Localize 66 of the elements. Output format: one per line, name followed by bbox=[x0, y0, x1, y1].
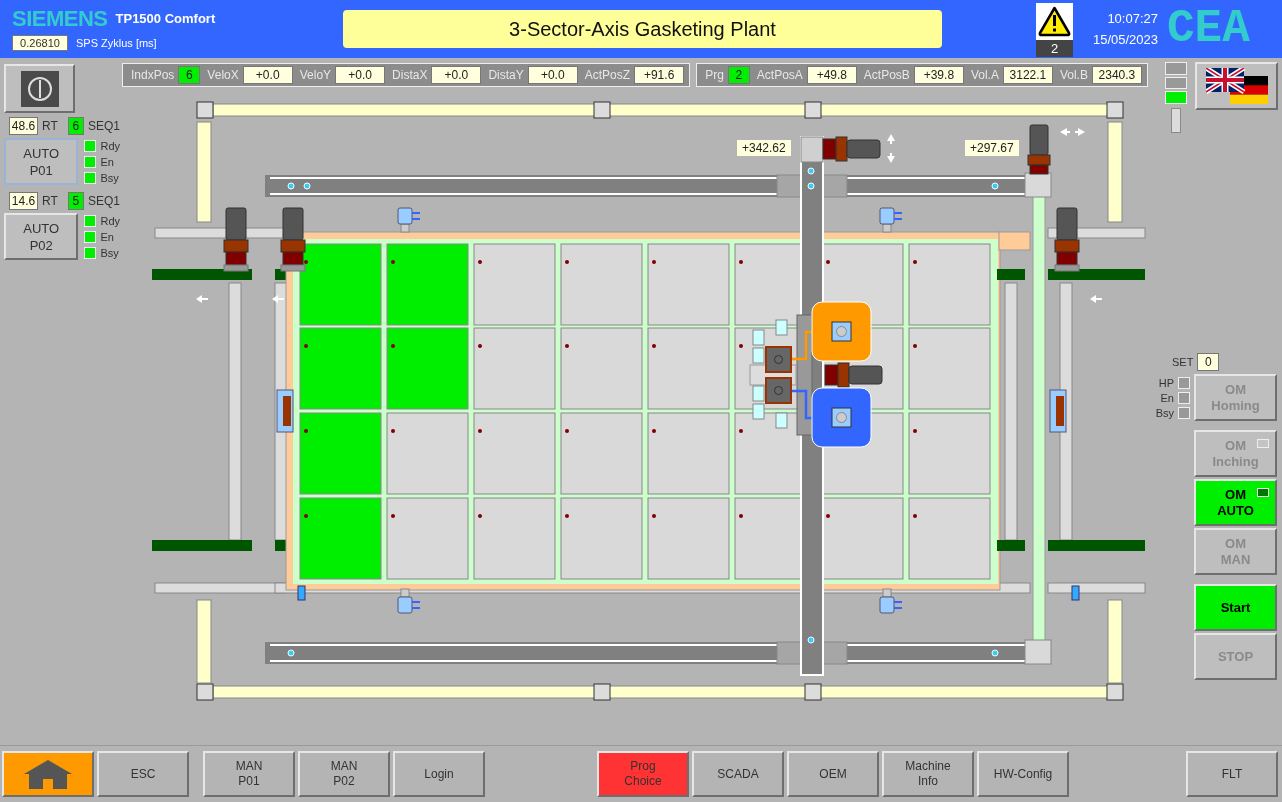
nav-button[interactable]: HW-Config bbox=[977, 751, 1069, 797]
readout-label: VeloY bbox=[299, 68, 332, 82]
signal-label: En bbox=[100, 231, 114, 243]
alarm-count: 2 bbox=[1036, 40, 1073, 57]
set-value-field: 0 bbox=[1197, 353, 1220, 371]
readout-label: Vol.A bbox=[970, 68, 999, 82]
panel-model: TP1500 Comfort bbox=[115, 11, 216, 26]
sequence-label: SEQ1 bbox=[88, 194, 120, 208]
readout-label: ActPosZ bbox=[584, 68, 631, 82]
runtime-label: RT bbox=[42, 119, 58, 133]
nav-button[interactable]: Login bbox=[393, 751, 485, 797]
axis-position-value: +297.67 bbox=[965, 140, 1019, 156]
cycle-time-field: 0.26810 bbox=[12, 34, 68, 51]
clock-time: 10:07:27 bbox=[1107, 11, 1158, 26]
signal-label: Bsy bbox=[1155, 407, 1174, 419]
readout-label: DistaY bbox=[488, 68, 524, 82]
readout-value: +0.0 bbox=[527, 66, 578, 84]
readout-value: +91.6 bbox=[634, 66, 685, 84]
readout-value: +0.0 bbox=[242, 66, 293, 84]
readout-indicator: 2 bbox=[727, 66, 750, 84]
nav-button[interactable]: FLT bbox=[1186, 751, 1278, 797]
readout-label: IndxPos bbox=[131, 68, 175, 82]
axis-position-value: +342.62 bbox=[737, 140, 791, 156]
nav-button[interactable]: SCADA bbox=[692, 751, 784, 797]
readout-value: +39.8 bbox=[913, 66, 964, 84]
signal-label: Bsy bbox=[100, 247, 119, 259]
auto-mode-button[interactable]: AUTO P01 bbox=[4, 138, 79, 185]
readout-label: Prg bbox=[705, 68, 724, 82]
readout-indicator: 6 bbox=[178, 66, 201, 84]
mode-button[interactable]: OM AUTO bbox=[1194, 479, 1277, 526]
readout-value: +0.0 bbox=[335, 66, 386, 84]
runtime-field: 14.6 bbox=[9, 192, 38, 210]
mode-button[interactable]: Start bbox=[1194, 584, 1277, 631]
nav-button[interactable]: Prog Choice bbox=[597, 751, 689, 797]
nav-button[interactable]: ESC bbox=[97, 751, 189, 797]
signal-label: En bbox=[1160, 392, 1174, 404]
clock-date: 15/05/2023 bbox=[1092, 32, 1158, 47]
company-logo: CEA bbox=[1167, 6, 1250, 52]
readout-label: ActPosB bbox=[863, 68, 910, 82]
readout-value: +49.8 bbox=[806, 66, 857, 84]
auto-mode-button[interactable]: AUTO P02 bbox=[4, 213, 79, 260]
signal-label: HP bbox=[1158, 377, 1174, 389]
signal-label: En bbox=[100, 156, 114, 168]
nav-button[interactable]: Machine Info bbox=[882, 751, 974, 797]
set-label: SET bbox=[1172, 356, 1194, 368]
readout-label: DistaX bbox=[392, 68, 428, 82]
step-indicator: 5 bbox=[67, 192, 84, 210]
readout-value: 2340.3 bbox=[1091, 66, 1142, 84]
sequence-label: SEQ1 bbox=[88, 119, 120, 133]
runtime-field: 48.6 bbox=[9, 117, 38, 135]
step-indicator: 6 bbox=[67, 117, 84, 135]
brand-name: SIEMENS bbox=[12, 7, 108, 30]
nav-button[interactable]: OEM bbox=[787, 751, 879, 797]
nav-button[interactable]: MAN P02 bbox=[298, 751, 390, 797]
readout-value: 3122.1 bbox=[1002, 66, 1053, 84]
signal-label: Rdy bbox=[100, 215, 120, 227]
signal-label: Rdy bbox=[100, 140, 120, 152]
runtime-label: RT bbox=[42, 194, 58, 208]
cycle-time-label: SPS Zyklus [ms] bbox=[76, 36, 157, 49]
nav-button[interactable]: MAN P01 bbox=[203, 751, 295, 797]
readout-value: +0.0 bbox=[431, 66, 482, 84]
readout-label: ActPosA bbox=[756, 68, 803, 82]
readout-label: Vol.B bbox=[1059, 68, 1088, 82]
plant-title: 3-Sector-Axis Gasketing Plant bbox=[343, 10, 942, 48]
signal-label: Bsy bbox=[100, 172, 119, 184]
readout-label: VeloX bbox=[207, 68, 239, 82]
